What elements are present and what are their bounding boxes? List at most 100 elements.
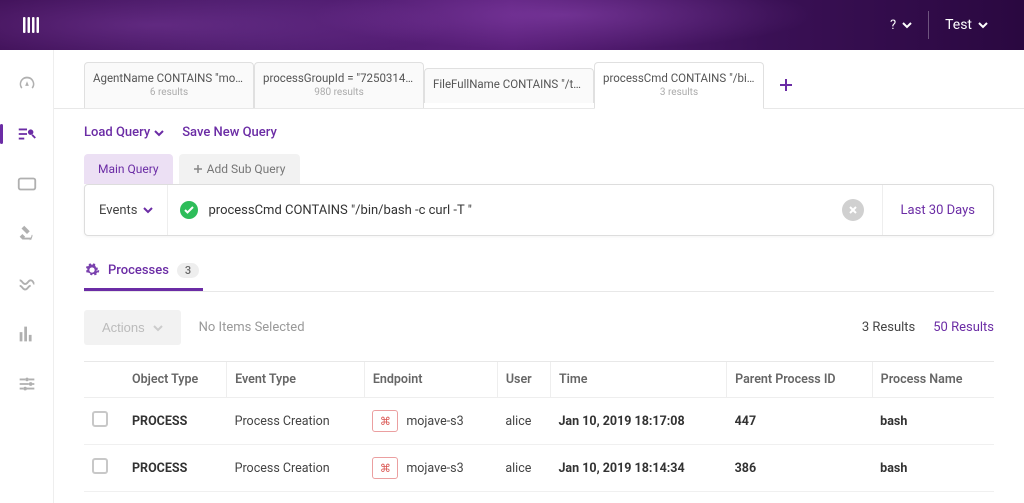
query-tab-title: FileFullName CONTAINS "/tmp/... — [433, 77, 585, 91]
cell-user: alice — [497, 492, 550, 503]
save-query-button[interactable]: Save New Query — [182, 125, 277, 140]
col-endpoint[interactable]: Endpoint — [364, 362, 497, 398]
screens-icon — [16, 173, 38, 195]
help-label: ? — [890, 18, 896, 33]
query-builder-card: Events processCmd CONTAINS "/bin/bash -c… — [84, 184, 994, 236]
logo — [20, 13, 44, 37]
query-tab-sub: 980 results — [263, 87, 415, 98]
actions-label: Actions — [102, 320, 145, 335]
results-count: 3 Results — [862, 320, 915, 335]
gear-icon — [84, 262, 100, 278]
event-type-selector[interactable]: Events — [85, 185, 168, 235]
cell-user: alice — [497, 445, 550, 492]
selection-status: No Items Selected — [199, 320, 305, 335]
nav-dashboard[interactable] — [13, 70, 41, 98]
microscope-icon — [16, 223, 38, 245]
chevron-down-icon — [154, 128, 164, 138]
query-tab[interactable]: processGroupId = "7250314D-B... 980 resu… — [254, 62, 424, 108]
account-menu[interactable]: Test — [929, 17, 1004, 33]
load-query-label: Load Query — [84, 125, 150, 140]
side-nav — [0, 50, 54, 503]
endpoint-os-icon: ⌘ — [372, 457, 398, 479]
add-sub-query-button[interactable]: Add Sub Query — [179, 154, 300, 184]
col-time[interactable]: Time — [550, 362, 726, 398]
row-checkbox[interactable] — [92, 458, 108, 474]
cell-time: Jan 10, 2019 18:14:34 — [550, 445, 726, 492]
query-input[interactable]: processCmd CONTAINS "/bin/bash -c curl -… — [208, 203, 831, 218]
table-row[interactable]: PROCESS Process Creation ⌘mojave-s3 alic… — [84, 398, 994, 445]
cell-endpoint: mojave-s3 — [406, 461, 463, 476]
query-tab[interactable]: AgentName CONTAINS "mojave... 6 results — [84, 62, 254, 108]
actions-button[interactable]: Actions — [84, 310, 181, 345]
cell-object-type: PROCESS — [124, 398, 227, 445]
cell-parent-pid: 386 — [727, 445, 873, 492]
processes-tab-count: 3 — [177, 263, 199, 278]
cell-process-name: bash — [872, 445, 994, 492]
plus-icon — [193, 164, 203, 174]
chevron-down-icon — [978, 20, 988, 30]
cell-user: alice — [497, 398, 550, 445]
cell-time: Jan 10, 2019 18:01:20 — [550, 492, 726, 503]
nav-flows[interactable] — [13, 270, 41, 298]
col-parent-pid[interactable]: Parent Process ID — [727, 362, 873, 398]
chevron-down-icon — [143, 205, 153, 215]
col-user[interactable]: User — [497, 362, 550, 398]
event-type-label: Events — [99, 203, 137, 218]
close-icon — [848, 205, 858, 215]
account-label: Test — [945, 17, 972, 33]
add-sub-query-label: Add Sub Query — [207, 162, 286, 176]
table-row[interactable]: PROCESS Process Creation ⌘mojave-s3 alic… — [84, 492, 994, 503]
time-range-label: Last 30 Days — [901, 203, 975, 218]
cell-process-name: bash — [872, 398, 994, 445]
time-range-selector[interactable]: Last 30 Days — [882, 185, 993, 235]
processes-tab[interactable]: Processes 3 — [84, 252, 203, 291]
col-object-type[interactable]: Object Type — [124, 362, 227, 398]
save-query-label: Save New Query — [182, 125, 277, 140]
cell-event-type: Process Creation — [227, 445, 365, 492]
search-list-icon — [16, 123, 38, 145]
nav-reports[interactable] — [13, 320, 41, 348]
cell-event-type: Process Creation — [227, 492, 365, 503]
bar-chart-icon — [16, 323, 38, 345]
query-tab-sub: 3 results — [603, 87, 755, 98]
cell-object-type: PROCESS — [124, 492, 227, 503]
query-tabs: AgentName CONTAINS "mojave... 6 results … — [54, 50, 1024, 109]
add-query-tab-button[interactable] — [768, 78, 804, 92]
clear-query-button[interactable] — [842, 199, 864, 221]
cell-time: Jan 10, 2019 18:17:08 — [550, 398, 726, 445]
query-tab-sub: 6 results — [93, 87, 245, 98]
col-process-name[interactable]: Process Name — [872, 362, 994, 398]
query-tab[interactable]: processCmd CONTAINS "/bin/ba... 3 result… — [594, 62, 764, 109]
nav-search[interactable] — [13, 120, 41, 148]
col-event-type[interactable]: Event Type — [227, 362, 365, 398]
cell-parent-pid: 447 — [727, 398, 873, 445]
nav-lab[interactable] — [13, 220, 41, 248]
query-tab-title: processGroupId = "7250314D-B... — [263, 71, 415, 85]
nav-screens[interactable] — [13, 170, 41, 198]
load-query-button[interactable]: Load Query — [84, 125, 164, 140]
valid-indicator — [180, 201, 198, 219]
plus-icon — [779, 78, 793, 92]
help-menu[interactable]: ? — [874, 18, 928, 33]
top-header: ? Test — [0, 0, 1024, 50]
processes-tab-label: Processes — [108, 263, 169, 278]
gauge-icon — [16, 73, 38, 95]
cell-process-name: bash — [872, 492, 994, 503]
flow-icon — [16, 273, 38, 295]
main-query-label: Main Query — [98, 162, 159, 176]
cell-endpoint: mojave-s3 — [406, 414, 463, 429]
nav-settings[interactable] — [13, 370, 41, 398]
cell-parent-pid: 555 — [727, 492, 873, 503]
query-tab-title: processCmd CONTAINS "/bin/ba... — [603, 71, 755, 85]
check-icon — [184, 205, 194, 215]
results-table: Object Type Event Type Endpoint User Tim… — [84, 361, 994, 503]
sliders-icon — [16, 373, 38, 395]
row-checkbox[interactable] — [92, 411, 108, 427]
logo-icon — [20, 13, 44, 37]
cell-event-type: Process Creation — [227, 398, 365, 445]
query-tab[interactable]: FileFullName CONTAINS "/tmp/... — [424, 68, 594, 103]
page-size-selector[interactable]: 50 Results — [933, 320, 994, 335]
query-tab-title: AgentName CONTAINS "mojave... — [93, 71, 245, 85]
main-query-tab[interactable]: Main Query — [84, 154, 173, 184]
table-row[interactable]: PROCESS Process Creation ⌘mojave-s3 alic… — [84, 445, 994, 492]
